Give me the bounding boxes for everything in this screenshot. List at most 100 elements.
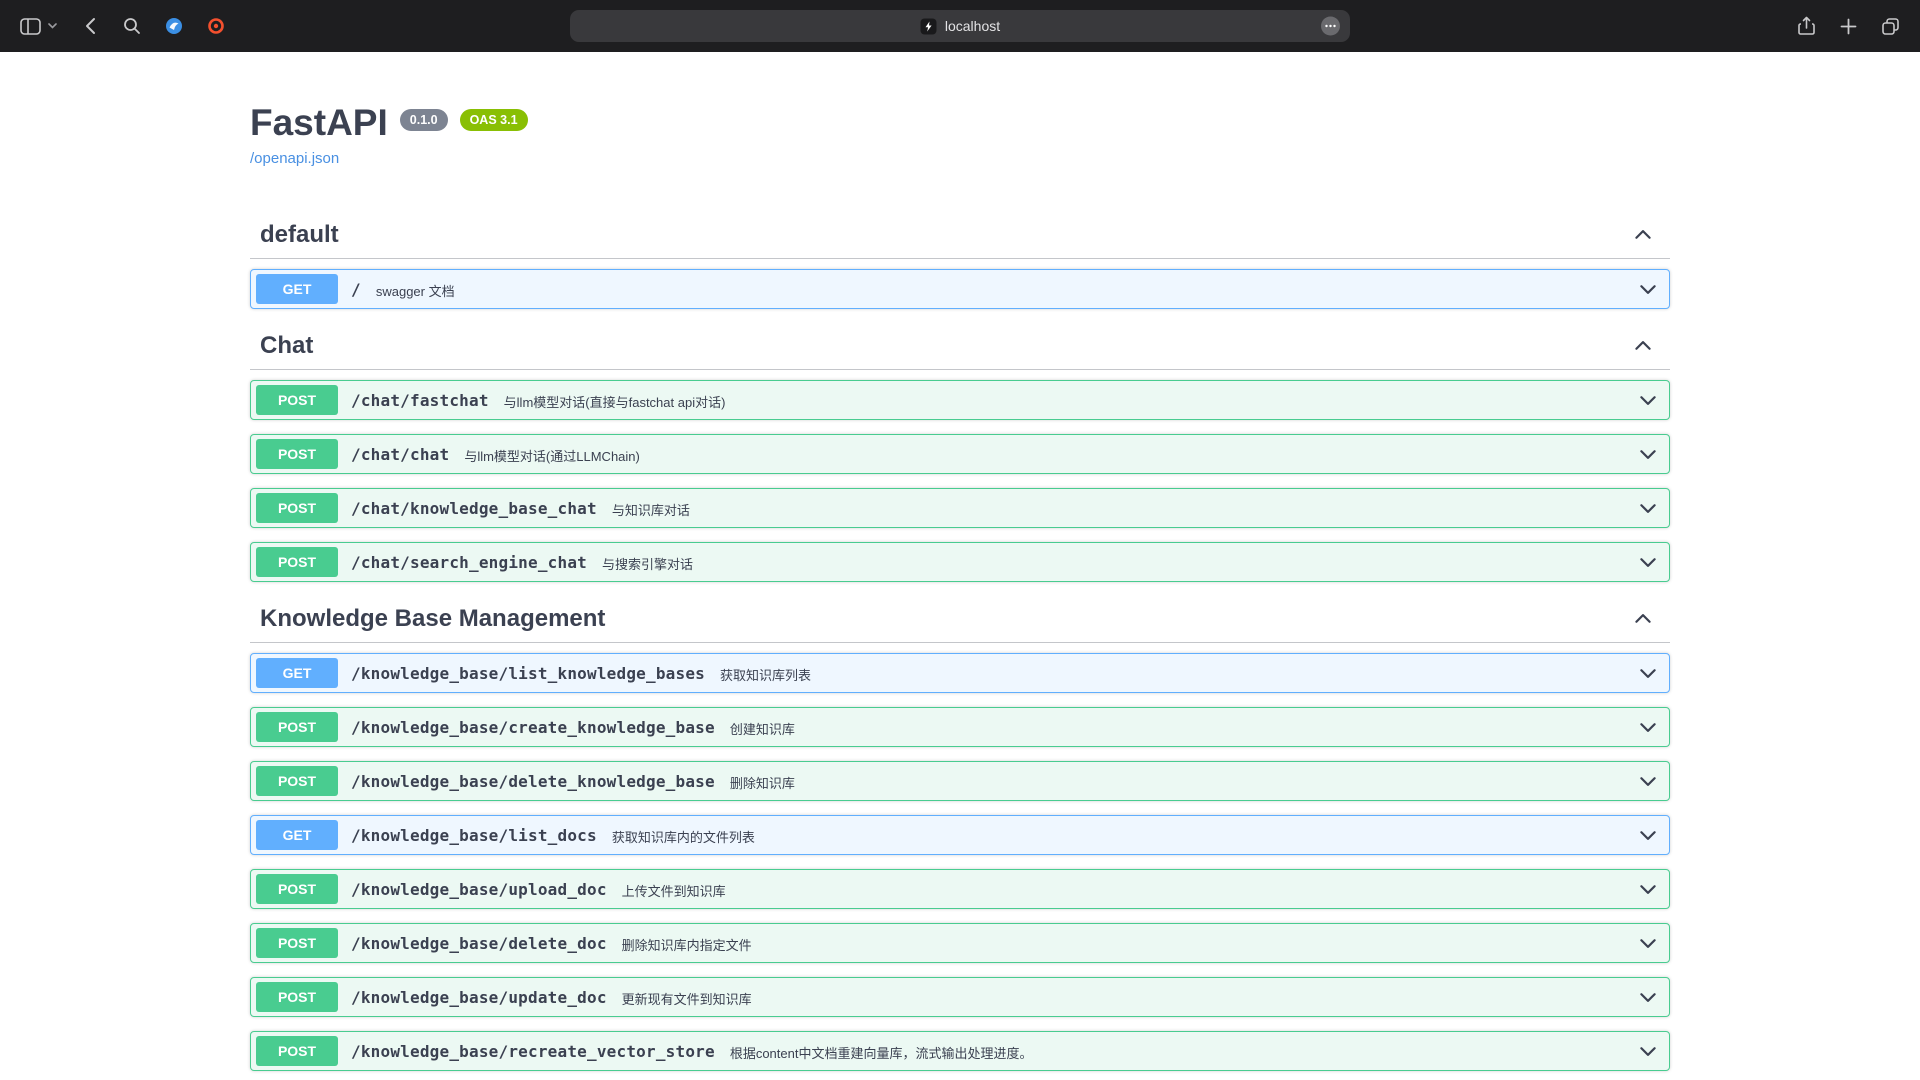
page-options-icon[interactable] (1321, 17, 1340, 36)
endpoint-path: /knowledge_base/recreate_vector_store (351, 1042, 715, 1061)
endpoint-row[interactable]: GET/knowledge_base/list_docs 获取知识库内的文件列表 (250, 815, 1670, 855)
method-badge: POST (256, 712, 338, 742)
endpoint-row[interactable]: GET/knowledge_base/list_knowledge_bases获… (250, 653, 1670, 693)
method-badge: POST (256, 766, 338, 796)
endpoint-row[interactable]: GET / swagger 文档 (250, 269, 1670, 309)
expand-chevron-icon[interactable] (1637, 878, 1659, 900)
method-badge: GET (256, 658, 338, 688)
section-title: Chat (260, 331, 313, 361)
expand-chevron-icon[interactable] (1637, 278, 1659, 300)
endpoint-summary: 与知识库对话 (612, 500, 690, 519)
expand-chevron-icon[interactable] (1637, 389, 1659, 411)
collapse-chevron-icon[interactable] (1632, 335, 1654, 357)
method-badge: POST (256, 385, 338, 415)
openapi-link[interactable]: /openapi.json (250, 150, 339, 167)
endpoint-summary: 创建知识库 (730, 719, 795, 738)
endpoint-row[interactable]: POST/knowledge_base/recreate_vector_stor… (250, 1031, 1670, 1071)
method-badge: POST (256, 1036, 338, 1066)
expand-chevron-icon[interactable] (1637, 770, 1659, 792)
toolbar-chevron-down-icon[interactable] (48, 12, 62, 40)
back-icon[interactable] (76, 12, 104, 40)
endpoint-row[interactable]: POST/knowledge_base/delete_knowledge_bas… (250, 761, 1670, 801)
endpoint-path: /knowledge_base/delete_doc (351, 934, 607, 953)
endpoint-path: /chat/search_engine_chat (351, 553, 587, 572)
endpoint-row[interactable]: POST/chat/fastchat 与llm模型对话(直接与fastchat a… (250, 380, 1670, 420)
new-tab-icon[interactable] (1834, 12, 1862, 40)
section-title: default (260, 220, 339, 250)
share-icon[interactable] (1792, 12, 1820, 40)
api-title-row: FastAPI 0.1.0 OAS 3.1 (250, 102, 1670, 144)
api-title: FastAPI (250, 102, 388, 144)
endpoint-summary: 更新现有文件到知识库 (622, 989, 752, 1008)
api-section: Knowledge Base Management GET/knowledge_b… (250, 596, 1670, 1071)
endpoint-row[interactable]: POST/chat/chat与llm模型对话(通过LLMChain) (250, 434, 1670, 474)
endpoint-summary: swagger 文档 (376, 281, 455, 300)
expand-chevron-icon[interactable] (1637, 662, 1659, 684)
expand-chevron-icon[interactable] (1637, 551, 1659, 573)
method-badge: POST (256, 547, 338, 577)
address-bar[interactable]: localhost (570, 10, 1350, 42)
expand-chevron-icon[interactable] (1637, 497, 1659, 519)
section-header[interactable]: Chat (250, 323, 1670, 370)
swagger-container: FastAPI 0.1.0 OAS 3.1 /openapi.json defa… (250, 52, 1670, 1071)
endpoint-row[interactable]: POST/knowledge_base/delete_doc 删除知识库内指定文件 (250, 923, 1670, 963)
method-badge: POST (256, 982, 338, 1012)
screen: localhost FastAPI 0.1.0 OAS 3.1 (0, 0, 1920, 1080)
endpoint-path: /chat/chat (351, 445, 449, 464)
expand-chevron-icon[interactable] (1637, 932, 1659, 954)
swagger-ui: FastAPI 0.1.0 OAS 3.1 /openapi.json defa… (0, 52, 1920, 1080)
endpoint-summary: 与llm模型对话(直接与fastchat api对话) (504, 392, 726, 411)
blue-extension-icon[interactable] (160, 12, 188, 40)
endpoint-summary: 获取知识库内的文件列表 (612, 827, 755, 846)
method-badge: POST (256, 874, 338, 904)
collapse-chevron-icon[interactable] (1632, 608, 1654, 630)
endpoint-row[interactable]: POST/chat/knowledge_base_chat 与知识库对话 (250, 488, 1670, 528)
orange-extension-icon[interactable] (202, 12, 230, 40)
endpoint-path: / (351, 280, 361, 299)
endpoint-row[interactable]: POST/knowledge_base/create_knowledge_bas… (250, 707, 1670, 747)
endpoint-summary: 获取知识库列表 (720, 665, 811, 684)
api-sections: default GET / swagger 文档 Chat POST/chat/fastc… (250, 212, 1670, 1071)
expand-chevron-icon[interactable] (1637, 716, 1659, 738)
browser-toolbar: localhost (0, 0, 1920, 52)
collapse-chevron-icon[interactable] (1632, 224, 1654, 246)
method-badge: POST (256, 928, 338, 958)
section-title: Knowledge Base Management (260, 604, 605, 634)
endpoint-row[interactable]: POST/chat/search_engine_chat 与搜索引擎对话 (250, 542, 1670, 582)
method-badge: POST (256, 493, 338, 523)
section-header[interactable]: Knowledge Base Management (250, 596, 1670, 643)
toolbar-left-group (16, 12, 230, 40)
endpoint-path: /knowledge_base/upload_doc (351, 880, 607, 899)
endpoint-summary: 根据content中文档重建向量库，流式输出处理进度。 (730, 1043, 1033, 1062)
method-badge: GET (256, 274, 338, 304)
endpoint-row[interactable]: POST/knowledge_base/update_doc 更新现有文件到知识库 (250, 977, 1670, 1017)
api-section: default GET / swagger 文档 (250, 212, 1670, 309)
search-icon[interactable] (118, 12, 146, 40)
method-badge: POST (256, 439, 338, 469)
endpoint-summary: 上传文件到知识库 (622, 881, 726, 900)
endpoint-summary: 删除知识库内指定文件 (622, 935, 752, 954)
endpoint-path: /chat/knowledge_base_chat (351, 499, 597, 518)
toolbar-right-group (1792, 12, 1904, 40)
expand-chevron-icon[interactable] (1637, 1040, 1659, 1062)
expand-chevron-icon[interactable] (1637, 443, 1659, 465)
method-badge: GET (256, 820, 338, 850)
expand-chevron-icon[interactable] (1637, 986, 1659, 1008)
endpoint-row[interactable]: POST/knowledge_base/upload_doc 上传文件到知识库 (250, 869, 1670, 909)
endpoint-summary: 与搜索引擎对话 (602, 554, 693, 573)
endpoint-path: /chat/fastchat (351, 391, 489, 410)
tab-overview-icon[interactable] (1876, 12, 1904, 40)
endpoint-summary: 删除知识库 (730, 773, 795, 792)
endpoint-path: /knowledge_base/delete_knowledge_base (351, 772, 715, 791)
oas-badge: OAS 3.1 (460, 109, 528, 131)
endpoint-path: /knowledge_base/update_doc (351, 988, 607, 1007)
endpoint-path: /knowledge_base/create_knowledge_base (351, 718, 715, 737)
site-favicon-icon (920, 18, 937, 35)
address-text: localhost (945, 18, 1000, 34)
section-header[interactable]: default (250, 212, 1670, 259)
api-section: Chat POST/chat/fastchat 与llm模型对话(直接与fastch… (250, 323, 1670, 582)
expand-chevron-icon[interactable] (1637, 824, 1659, 846)
endpoint-path: /knowledge_base/list_docs (351, 826, 597, 845)
sidebar-toggle-icon[interactable] (16, 12, 44, 40)
version-badge: 0.1.0 (400, 109, 448, 131)
